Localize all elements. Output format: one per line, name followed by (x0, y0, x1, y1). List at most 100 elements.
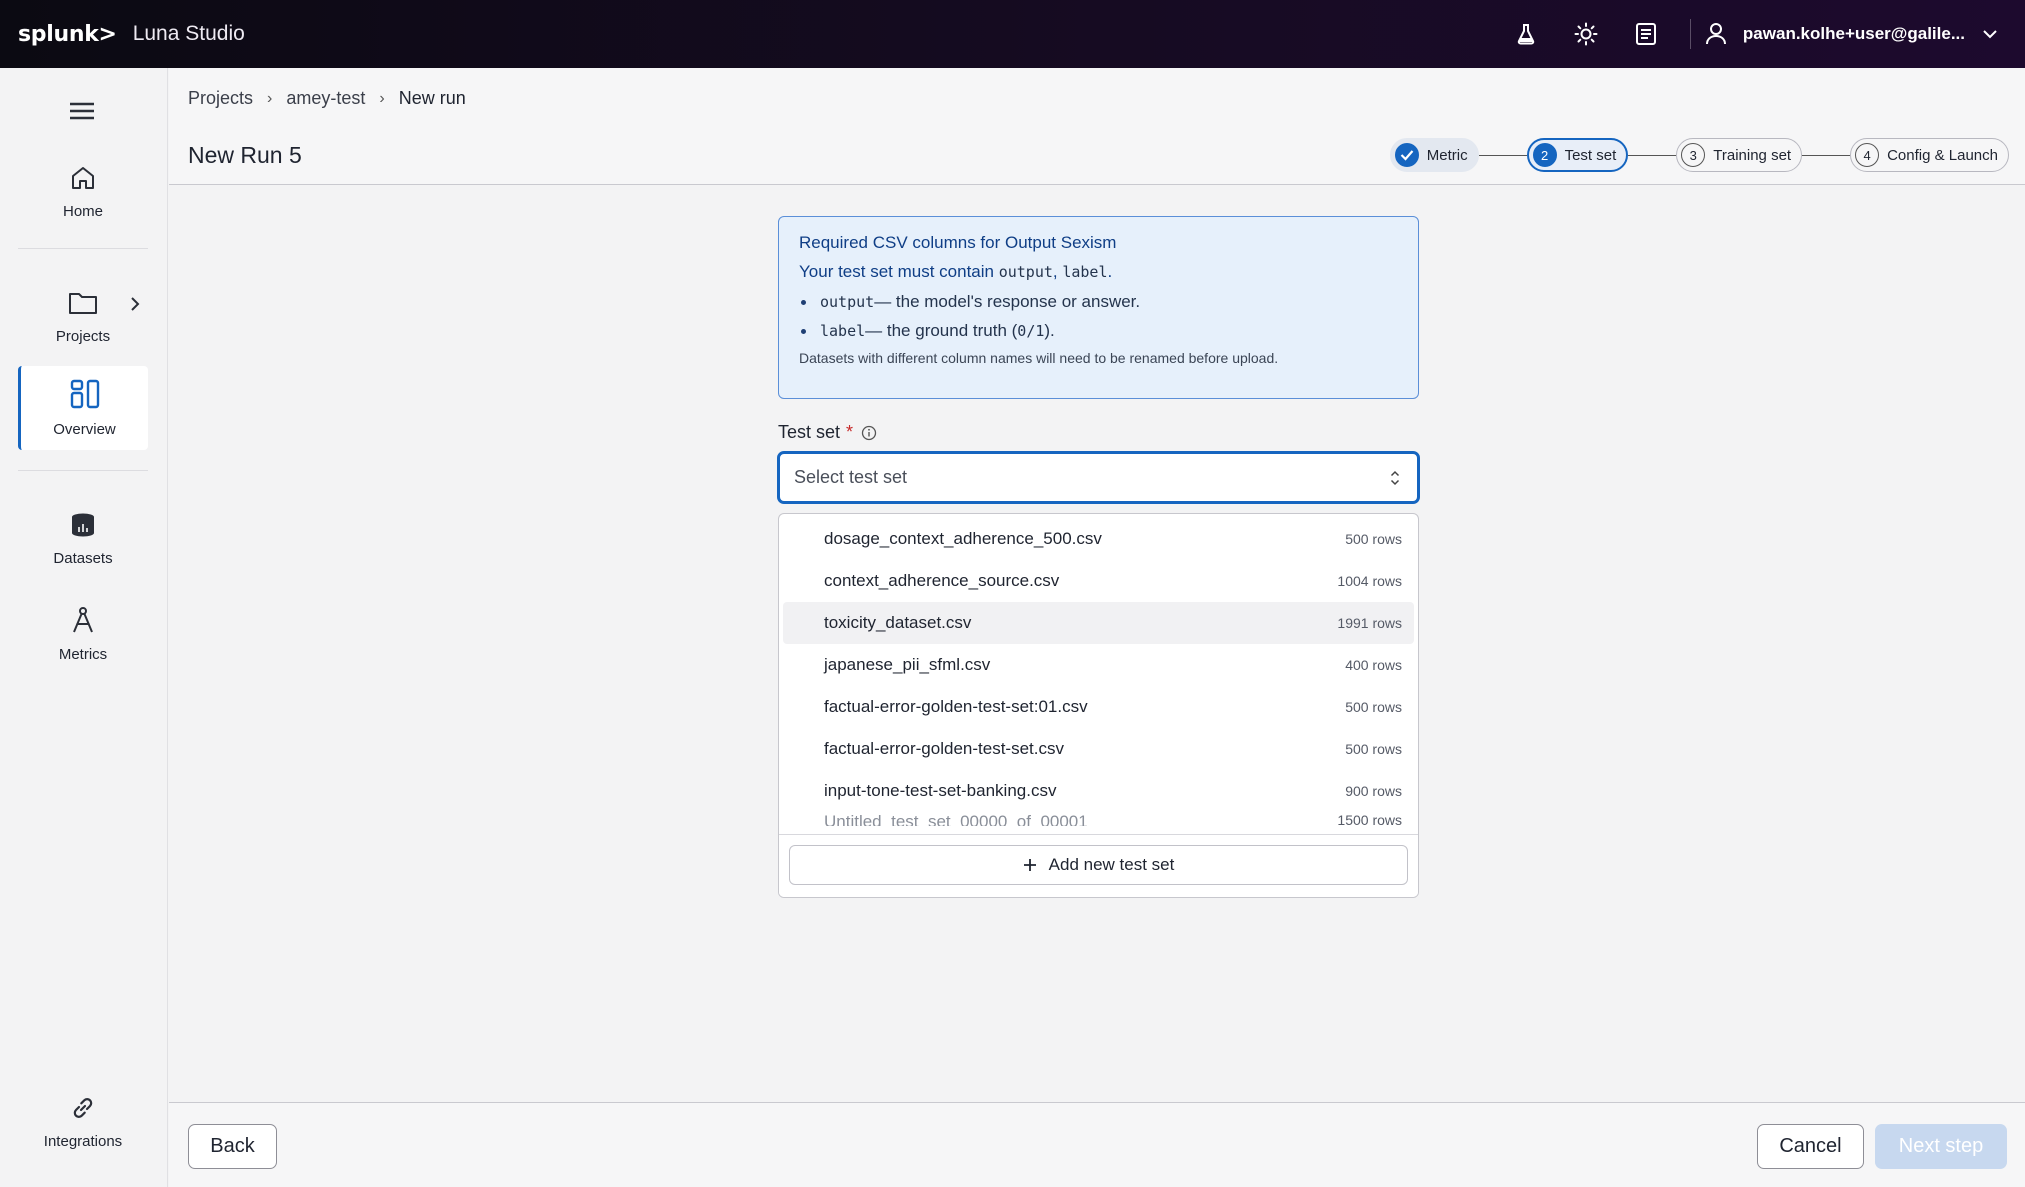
dropdown-option[interactable]: input-tone-test-set-banking.csv 900 rows (783, 770, 1414, 812)
step-label: Metric (1426, 146, 1468, 164)
chevron-right-icon[interactable] (130, 297, 140, 315)
option-rows: 1500 rows (1337, 812, 1402, 826)
dropdown-option[interactable]: context_adherence_source.csv 1004 rows (783, 560, 1414, 602)
column-label: label (1062, 263, 1108, 281)
list-item-text: — the model's response or answer. (874, 292, 1141, 311)
required-marker: * (846, 422, 854, 442)
option-rows: 500 rows (1345, 741, 1402, 757)
option-rows: 500 rows (1345, 699, 1402, 715)
sidebar-item-label: Overview (53, 420, 116, 438)
stepper: Metric 2 Test set 3 Training set 4 Confi… (1389, 138, 2009, 172)
splunk-logo[interactable]: splunk> (18, 22, 117, 47)
overview-icon (70, 379, 100, 413)
dropdown-option[interactable]: Untitled_test_set_00000_of_00001 1500 ro… (783, 812, 1414, 826)
plus-icon (1023, 858, 1037, 872)
breadcrumb-project[interactable]: amey-test (286, 88, 365, 109)
step-test-set[interactable]: 2 Test set (1526, 138, 1629, 172)
breadcrumb: Projects › amey-test › New run (188, 88, 466, 109)
sidebar-item-label: Datasets (53, 549, 113, 567)
list-item: label — the ground truth (0/1). (799, 321, 1398, 341)
sidebar-item-overview[interactable]: Overview (18, 366, 148, 450)
code-label: label (820, 322, 866, 340)
hamburger-menu-icon[interactable] (64, 96, 100, 126)
sidebar-item-label: Integrations (43, 1132, 123, 1150)
docs-icon[interactable] (1616, 0, 1676, 68)
dropdown-option[interactable]: dosage_context_adherence_500.csv 500 row… (783, 518, 1414, 560)
sidebar-divider (18, 248, 148, 249)
sidebar-item-label: Home (62, 202, 103, 220)
sidebar-item-projects[interactable]: Projects (18, 275, 148, 359)
user-email: pawan.kolhe+user@galile... (1742, 24, 1965, 43)
step-metric[interactable]: Metric (1389, 138, 1479, 172)
sidebar-item-metrics[interactable]: Metrics (18, 592, 148, 676)
column-output: output (998, 263, 1053, 281)
add-new-test-set-button[interactable]: Add new test set (789, 845, 1408, 885)
info-subtitle: Your test set must contain output, label… (799, 262, 1398, 282)
test-set-label: Test set * (778, 422, 877, 443)
option-rows: 1004 rows (1337, 573, 1402, 589)
info-sub-text: Your test set must contain (799, 262, 999, 281)
step-connector (1802, 154, 1851, 156)
bullet (801, 328, 806, 334)
dropdown-option[interactable]: factual-error-golden-test-set.csv 500 ro… (783, 728, 1414, 770)
page-title: New Run 5 (188, 142, 302, 168)
option-rows: 1991 rows (1337, 615, 1402, 631)
option-name: japanese_pii_sfml.csv (824, 655, 991, 674)
breadcrumb-projects[interactable]: Projects (188, 88, 253, 109)
bullet (801, 299, 806, 305)
page-footer: Back Cancel Next step (169, 1102, 2025, 1187)
chevron-right-icon: › (379, 89, 385, 107)
list-item-text: ). (1044, 321, 1055, 340)
step-training-set[interactable]: 3 Training set (1676, 138, 1803, 172)
next-step-button[interactable]: Next step (1875, 1124, 2007, 1169)
breadcrumb-current: New run (398, 88, 466, 108)
app-name: Luna Studio (132, 22, 245, 45)
sun-icon[interactable] (1556, 0, 1616, 68)
main-area: Projects › amey-test › New run New Run 5… (169, 68, 2025, 1187)
topbar-divider (1689, 19, 1691, 49)
option-name: dosage_context_adherence_500.csv (824, 529, 1102, 548)
dropdown-option[interactable]: toxicity_dataset.csv 1991 rows (783, 602, 1414, 644)
check-icon (1394, 143, 1419, 167)
info-period: . (1107, 262, 1113, 281)
sidebar-item-datasets[interactable]: Datasets (18, 497, 148, 581)
step-config-launch[interactable]: 4 Config & Launch (1850, 138, 2009, 172)
dropdown-option[interactable]: factual-error-golden-test-set:01.csv 500… (783, 686, 1414, 728)
step-label: Test set (1564, 146, 1617, 164)
database-icon (70, 512, 96, 542)
flask-icon[interactable] (1496, 0, 1556, 68)
option-name: Untitled_test_set_00000_of_00001 (824, 812, 1088, 826)
back-button[interactable]: Back (188, 1124, 277, 1169)
info-list: output — the model's response or answer.… (799, 292, 1398, 341)
step-number: 2 (1532, 143, 1557, 167)
user-menu[interactable]: pawan.kolhe+user@galile... (1705, 22, 2025, 46)
select-placeholder: Select test set (794, 467, 908, 487)
sidebar-item-home[interactable]: Home (18, 150, 148, 234)
code-output: output (820, 293, 875, 311)
code-values: 0/1 (1017, 322, 1045, 340)
page-header: Projects › amey-test › New run New Run 5… (169, 68, 2025, 185)
link-icon (70, 1095, 96, 1125)
sidebar: Home Projects Overview Datasets Metrics (0, 68, 168, 1187)
option-rows: 900 rows (1345, 783, 1402, 799)
sidebar-item-integrations[interactable]: Integrations (18, 1080, 148, 1164)
test-set-select[interactable]: Select test set (777, 451, 1420, 504)
folder-icon (68, 290, 98, 320)
step-connector (1478, 154, 1527, 156)
list-item-text: — the ground truth ( (865, 321, 1018, 340)
dropdown-options: dosage_context_adherence_500.csv 500 row… (779, 514, 1418, 834)
info-note: Datasets with different column names wil… (799, 350, 1279, 366)
sidebar-item-label: Metrics (58, 645, 108, 663)
dropdown-footer: Add new test set (779, 834, 1418, 897)
chevron-right-icon: › (267, 89, 273, 107)
option-rows: 500 rows (1345, 531, 1402, 547)
option-name: factual-error-golden-test-set.csv (824, 739, 1064, 758)
cancel-button[interactable]: Cancel (1757, 1124, 1864, 1169)
info-title: Required CSV columns for Output Sexism (799, 233, 1117, 252)
compass-icon (70, 606, 96, 638)
option-rows: 400 rows (1345, 657, 1402, 673)
option-name: input-tone-test-set-banking.csv (824, 781, 1057, 800)
dropdown-option[interactable]: japanese_pii_sfml.csv 400 rows (783, 644, 1414, 686)
info-icon[interactable] (861, 425, 877, 441)
chevron-down-icon (1983, 29, 1997, 39)
